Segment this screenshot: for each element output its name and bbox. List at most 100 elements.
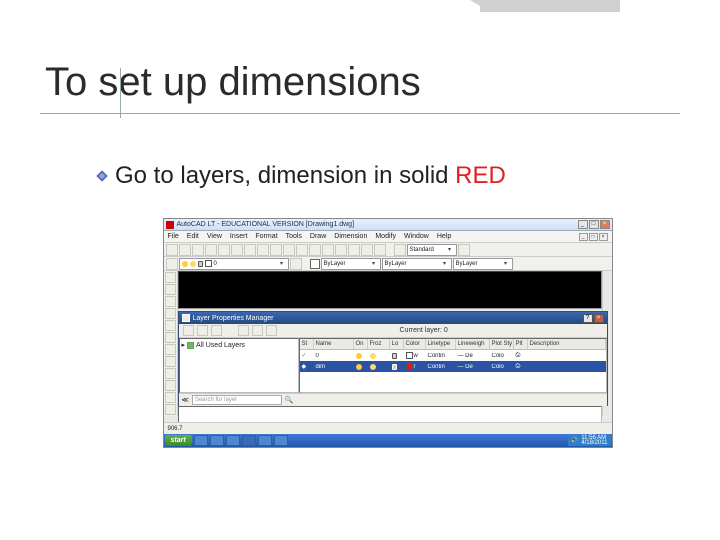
layer-properties-button[interactable] [166,258,178,270]
dimension-tool-button[interactable] [165,356,176,367]
menu-dimension[interactable]: Dimension [334,233,367,240]
layer-row-selected[interactable]: ◆ dim r Contin — De Colo ⎙ [300,361,606,372]
point-tool-button[interactable] [165,380,176,391]
model-space-canvas[interactable] [178,271,602,309]
text-tool-button[interactable] [165,344,176,355]
zoom-button[interactable] [296,244,308,256]
print-button[interactable] [205,244,217,256]
undo-button[interactable] [257,244,269,256]
linetype-select[interactable]: ByLayer ▾ [382,258,452,270]
taskbar-explorer-button[interactable] [210,435,224,446]
menu-insert[interactable]: Insert [230,233,248,240]
lpm-close-button[interactable]: × [594,314,604,323]
dimstyle-button[interactable] [458,244,470,256]
system-tray[interactable]: 🔊 11:56 AM 4/18/2011 [568,435,611,446]
maximize-button[interactable]: □ [589,220,599,229]
col-description[interactable]: Description [528,339,606,349]
paste-button[interactable] [244,244,256,256]
lightbulb-icon[interactable] [356,353,362,359]
lpm-new-layer-button[interactable] [238,325,249,336]
tree-expand-icon[interactable]: ▸ [182,341,186,349]
col-on[interactable]: On [354,339,368,349]
sun-icon[interactable] [370,353,376,359]
layer-previous-button[interactable] [290,258,302,270]
col-color[interactable]: Color [404,339,426,349]
printer-icon[interactable]: ⎙ [516,352,521,359]
menu-format[interactable]: Format [255,233,277,240]
taskbar-word-button[interactable] [242,435,256,446]
line-tool-button[interactable] [165,272,176,283]
color-swatch[interactable] [406,352,413,359]
taskbar-app2-button[interactable] [274,435,288,446]
menu-modify[interactable]: Modify [375,233,396,240]
help-button[interactable] [374,244,386,256]
layer-row[interactable]: ✓ 0 w Contin — De Colo ⎙ [300,350,606,361]
taskbar-ie-button[interactable] [194,435,208,446]
pan-button[interactable] [283,244,295,256]
menu-view[interactable]: View [207,233,222,240]
col-name[interactable]: Name [314,339,354,349]
zoom-window-button[interactable] [309,244,321,256]
lightbulb-icon[interactable] [356,364,362,370]
table-tool-button[interactable] [165,404,176,415]
lpm-set-current-button[interactable] [266,325,277,336]
lpm-titlebar[interactable]: Layer Properties Manager ? × [179,312,607,324]
textstyle-button[interactable] [394,244,406,256]
lpm-help-button[interactable]: ? [583,314,593,323]
col-plotstyle[interactable]: Plot Sty [490,339,514,349]
layer-select[interactable]: 0 ▾ [179,258,289,270]
menu-draw[interactable]: Draw [310,233,326,240]
minimize-button[interactable]: _ [578,220,588,229]
tray-icon[interactable]: 🔊 [571,437,578,444]
search-icon[interactable]: 🔍 [285,396,294,404]
circle-tool-button[interactable] [165,296,176,307]
lpm-layer-states-button[interactable] [211,325,222,336]
filter-toggle-icon[interactable]: ≪ [182,396,189,404]
menu-window[interactable]: Window [404,233,429,240]
col-plot[interactable]: Plt [514,339,528,349]
arc-tool-button[interactable] [165,308,176,319]
col-lock[interactable]: Lo [390,339,404,349]
open-file-button[interactable] [179,244,191,256]
new-file-button[interactable] [166,244,178,256]
menu-help[interactable]: Help [437,233,451,240]
cut-button[interactable] [218,244,230,256]
polyline-tool-button[interactable] [165,284,176,295]
lock-icon[interactable] [392,364,397,370]
doc-minimize-button[interactable]: _ [579,233,588,241]
tool-palettes-button[interactable] [361,244,373,256]
color-swatch[interactable] [406,363,413,370]
lpm-filter-tree[interactable]: ▸ All Used Layers [179,338,299,393]
properties-button[interactable] [335,244,347,256]
textstyle-select[interactable]: Standard ▾ [407,244,457,256]
lpm-search-input[interactable]: Search for layer [192,395,282,405]
menu-tools[interactable]: Tools [286,233,302,240]
block-tool-button[interactable] [165,368,176,379]
menu-file[interactable]: File [168,233,179,240]
col-status[interactable]: St [300,339,314,349]
lpm-new-group-button[interactable] [197,325,208,336]
start-button[interactable]: start [165,435,192,446]
doc-restore-button[interactable]: □ [589,233,598,241]
save-button[interactable] [192,244,204,256]
sun-icon[interactable] [370,364,376,370]
col-linetype[interactable]: Linetype [426,339,456,349]
lpm-delete-layer-button[interactable] [252,325,263,336]
region-tool-button[interactable] [165,392,176,403]
printer-icon[interactable]: ⎙ [516,363,521,370]
tree-item-all-used[interactable]: ▸ All Used Layers [182,341,296,349]
col-freeze[interactable]: Froz [368,339,390,349]
rectangle-tool-button[interactable] [165,320,176,331]
close-button[interactable]: × [600,220,610,229]
current-color-swatch[interactable] [310,259,320,269]
taskbar-app-button[interactable] [226,435,240,446]
menu-edit[interactable]: Edit [187,233,199,240]
redo-button[interactable] [270,244,282,256]
color-select[interactable]: ByLayer ▾ [321,258,381,270]
lock-icon[interactable] [392,353,397,359]
zoom-previous-button[interactable] [322,244,334,256]
lpm-new-filter-button[interactable] [183,325,194,336]
taskbar-autocad-button[interactable] [258,435,272,446]
doc-close-button[interactable]: × [599,233,608,241]
copy-button[interactable] [231,244,243,256]
